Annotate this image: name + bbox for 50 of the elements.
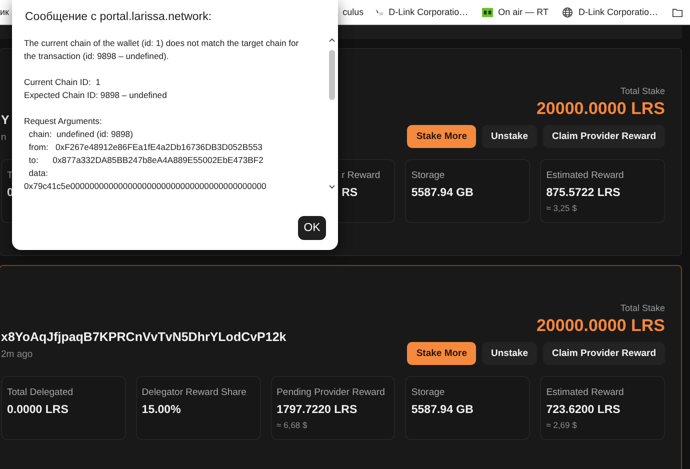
- stat-label: Estimated Reward: [546, 170, 624, 181]
- bookmark[interactable]: D-Link Corporatio…: [372, 6, 468, 18]
- stat-value: 723.6200 LRS: [546, 404, 620, 416]
- bookmark[interactable]: ик: [0, 7, 9, 17]
- stat-label: Pending Provider Reward: [276, 387, 385, 398]
- stat-value: 0.0000 LRS: [7, 404, 68, 416]
- bookmark[interactable]: On air — RT: [482, 6, 548, 18]
- stat-label: Delegator Reward Share: [142, 387, 246, 398]
- updated-time: n: [1, 132, 6, 143]
- scroll-down-icon[interactable]: [328, 184, 336, 190]
- message-text: The current chain of the wallet (id: 1) does not match the target chain for the transaction (id: 9898 – undefined).: [24, 37, 300, 63]
- provider-address: Y: [1, 113, 10, 127]
- usd-value: ≈ 2,69 $: [546, 420, 577, 430]
- action-button[interactable]: Unstake: [482, 342, 537, 365]
- provider-address: x8YoAqJfjpaqB7KPRCnVvTvN5DhrYLodCvP12k: [1, 330, 286, 344]
- stat-label: Total Delegated: [7, 387, 74, 398]
- total-stake-value: 20000.0000 LRS: [536, 99, 665, 119]
- stake-more-button[interactable]: Stake More: [407, 342, 476, 365]
- stat-label: r Reward: [342, 170, 380, 181]
- dialog-title: Сообщение с portal.larissa.network:: [24, 10, 213, 25]
- stat-value: RS: [342, 187, 358, 199]
- bookmark[interactable]: D-Link Corporatio…: [562, 6, 658, 18]
- stat-value: 1797.7220 LRS: [276, 404, 358, 416]
- rt-logo-icon: [482, 6, 494, 18]
- stat-value: 5587.94 GB: [411, 404, 474, 416]
- usd-value: ≈ 3,25 $: [546, 203, 577, 213]
- total-stake-value: 20000.0000 LRS: [536, 316, 665, 336]
- total-stake-label: Total Stake: [620, 86, 665, 96]
- action-button[interactable]: Claim Provider Reward: [542, 342, 665, 365]
- folder-icon: [672, 6, 683, 18]
- bookmark[interactable]: culus: [342, 7, 364, 17]
- stake-more-button[interactable]: Stake More: [407, 125, 476, 148]
- globe-icon: [562, 6, 574, 18]
- stat-label: T: [7, 170, 13, 181]
- updated-time: 2m ago: [1, 349, 33, 360]
- stat-label: Storage: [411, 170, 445, 181]
- action-button[interactable]: Unstake: [482, 125, 537, 148]
- scroll-up-icon[interactable]: [328, 37, 336, 43]
- bookmark[interactable]: [672, 6, 683, 18]
- message-text: Request Arguments: chain: undefined (id: 9898) from: 0xF267e48912e86FEa1fE4a2Db16736DB3D052B553 to: 0x877a332DA85BB247b8eA4A889E55002EbE473BF2 data: 0x79c41c5e00000000000000000000000000000000000000000: [24, 115, 268, 192]
- ok-button[interactable]: OK: [298, 216, 326, 240]
- stat-label: Estimated Reward: [546, 387, 624, 398]
- stat-value: 5587.94 GB: [411, 187, 474, 199]
- stat-value: 875.5722 LRS: [546, 187, 620, 199]
- stat-label: Storage: [411, 387, 445, 398]
- total-stake-label: Total Stake: [620, 303, 665, 313]
- usd-value: ≈ 6,68 $: [276, 420, 308, 430]
- action-button[interactable]: Claim Provider Reward: [542, 125, 665, 148]
- message-text: Current Chain ID: 1 Expected Chain ID: 9898 – undefined: [24, 76, 168, 102]
- stat-value: 15.00%: [142, 404, 181, 416]
